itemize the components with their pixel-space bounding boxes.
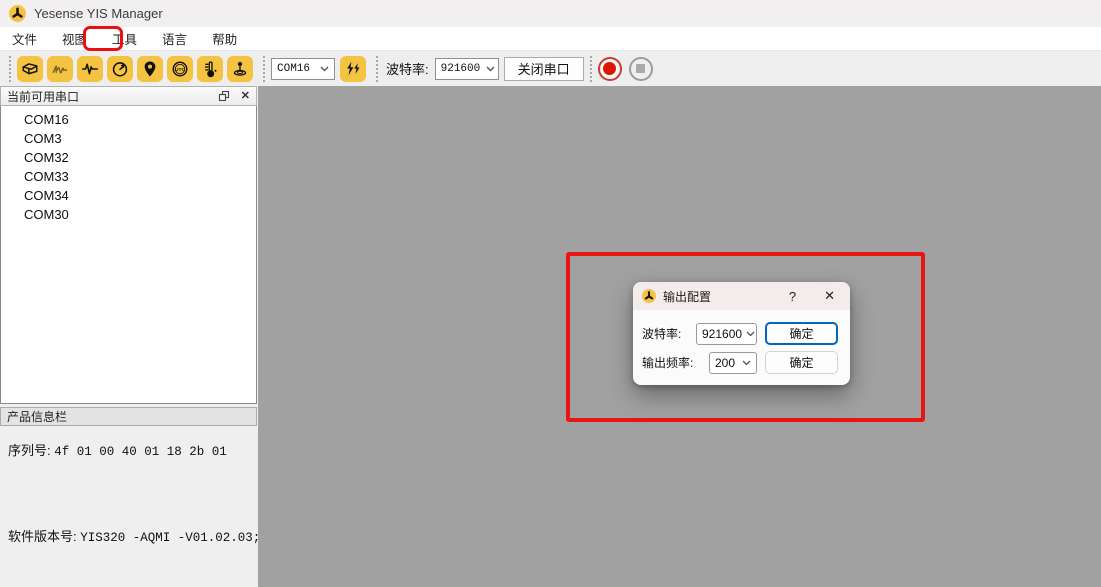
location-button[interactable] — [137, 56, 163, 82]
product-info-title: 产品信息栏 — [7, 408, 67, 425]
chevron-down-icon — [480, 66, 495, 72]
product-info-header: 产品信息栏 — [0, 407, 257, 426]
joystick-button[interactable] — [227, 56, 253, 82]
dialog-freq-value: 200 — [715, 356, 735, 370]
3d-box-icon — [21, 60, 39, 78]
toolbar: UTC COM16 — [0, 50, 1101, 86]
toolbar-drag-handle[interactable] — [376, 56, 378, 82]
content-area: 当前可用串口 ✕ COM16 COM3 COM32 COM33 COM34 CO… — [0, 86, 1101, 587]
utc-clock-button[interactable]: UTC — [167, 56, 193, 82]
dialog-title: 输出配置 — [663, 288, 711, 305]
refresh-ports-icon — [344, 60, 362, 78]
angle-waveform-button[interactable] — [47, 56, 73, 82]
list-item-port[interactable]: COM34 — [1, 186, 256, 205]
waveform-icon — [81, 60, 99, 78]
thermometer-button[interactable] — [197, 56, 223, 82]
close-panel-icon[interactable]: ✕ — [241, 91, 250, 102]
dialog-logo-icon — [642, 289, 656, 303]
dialog-title-bar[interactable]: 输出配置 ? ✕ — [633, 282, 850, 310]
title-bar: Yesense YIS Manager — [0, 0, 1101, 27]
gauge-button[interactable] — [107, 56, 133, 82]
chevron-down-icon — [738, 360, 751, 366]
port-select[interactable]: COM16 — [271, 58, 335, 80]
baud-rate-value: 921600 — [441, 63, 481, 75]
output-config-dialog: 输出配置 ? ✕ 波特率: 921600 确定 输出频率: 200 — [633, 282, 850, 385]
workspace: 输出配置 ? ✕ 波特率: 921600 确定 输出频率: 200 — [258, 86, 1101, 587]
refresh-ports-button[interactable] — [340, 56, 366, 82]
menu-help[interactable]: 帮助 — [210, 28, 239, 49]
gauge-icon — [111, 60, 129, 78]
menu-view[interactable]: 视图 — [60, 28, 89, 49]
location-pin-icon — [141, 60, 159, 78]
menu-file[interactable]: 文件 — [10, 28, 39, 49]
toolbar-drag-handle[interactable] — [590, 56, 592, 82]
dialog-freq-label: 输出频率: — [642, 352, 693, 374]
window-title: Yesense YIS Manager — [34, 6, 163, 21]
list-item-port[interactable]: COM3 — [1, 129, 256, 148]
stop-icon — [636, 64, 645, 73]
dialog-freq-ok-button[interactable]: 确定 — [765, 351, 838, 374]
serial-number-row: 序列号: 4f 01 00 40 01 18 2b 01 — [8, 440, 227, 459]
chevron-down-icon — [742, 331, 755, 337]
3d-box-button[interactable] — [17, 56, 43, 82]
close-serial-port-button[interactable]: 关闭串口 — [504, 57, 584, 81]
serial-number-value: 4f 01 00 40 01 18 2b 01 — [54, 445, 227, 459]
app-logo-icon — [9, 5, 26, 22]
list-item-port[interactable]: COM33 — [1, 167, 256, 186]
joystick-icon — [231, 60, 249, 78]
menu-bar: 文件 视图 工具 语言 帮助 — [0, 27, 1101, 50]
menu-tools[interactable]: 工具 — [110, 28, 139, 49]
utc-clock-icon: UTC — [171, 60, 189, 78]
baud-rate-label: 波特率: — [386, 59, 429, 78]
stop-button[interactable] — [629, 57, 653, 81]
list-item-port[interactable]: COM30 — [1, 205, 256, 224]
ports-panel-title: 当前可用串口 — [7, 88, 79, 105]
firmware-version-value: YIS320 -AQMI -V01.02.03; — [80, 531, 260, 545]
toolbar-drag-handle[interactable] — [9, 56, 11, 82]
dialog-baud-value: 921600 — [702, 327, 742, 341]
app-window: Yesense YIS Manager 文件 视图 工具 语言 帮助 — [0, 0, 1101, 587]
chevron-down-icon — [314, 66, 329, 72]
record-button[interactable] — [598, 57, 622, 81]
dialog-baud-select[interactable]: 921600 — [696, 323, 757, 345]
ports-panel-header: 当前可用串口 ✕ — [0, 86, 257, 106]
dialog-baud-label: 波特率: — [642, 323, 681, 345]
firmware-version-label: 软件版本号: — [8, 529, 77, 544]
thermometer-icon — [201, 60, 219, 78]
menu-language[interactable]: 语言 — [160, 28, 189, 49]
waveform-button[interactable] — [77, 56, 103, 82]
angle-waveform-icon — [51, 60, 69, 78]
dialog-help-button[interactable]: ? — [785, 289, 800, 304]
firmware-version-row: 软件版本号: YIS320 -AQMI -V01.02.03; — [8, 526, 260, 545]
product-info-body: 序列号: 4f 01 00 40 01 18 2b 01 软件版本号: YIS3… — [0, 426, 257, 587]
port-select-value: COM16 — [277, 63, 310, 75]
serial-number-label: 序列号: — [8, 443, 51, 458]
toolbar-drag-handle[interactable] — [263, 56, 265, 82]
list-item-port[interactable]: COM32 — [1, 148, 256, 167]
dialog-freq-select[interactable]: 200 — [709, 352, 757, 374]
float-panel-icon[interactable] — [218, 90, 230, 102]
record-icon — [603, 62, 616, 75]
baud-rate-select[interactable]: 921600 — [435, 58, 499, 80]
list-item-port[interactable]: COM16 — [1, 110, 256, 129]
dialog-baud-ok-button[interactable]: 确定 — [765, 322, 838, 345]
dialog-close-button[interactable]: ✕ — [820, 288, 839, 304]
serial-port-list: COM16 COM3 COM32 COM33 COM34 COM30 — [0, 106, 257, 404]
svg-text:UTC: UTC — [175, 66, 186, 72]
sidebar: 当前可用串口 ✕ COM16 COM3 COM32 COM33 COM34 CO… — [0, 86, 258, 587]
